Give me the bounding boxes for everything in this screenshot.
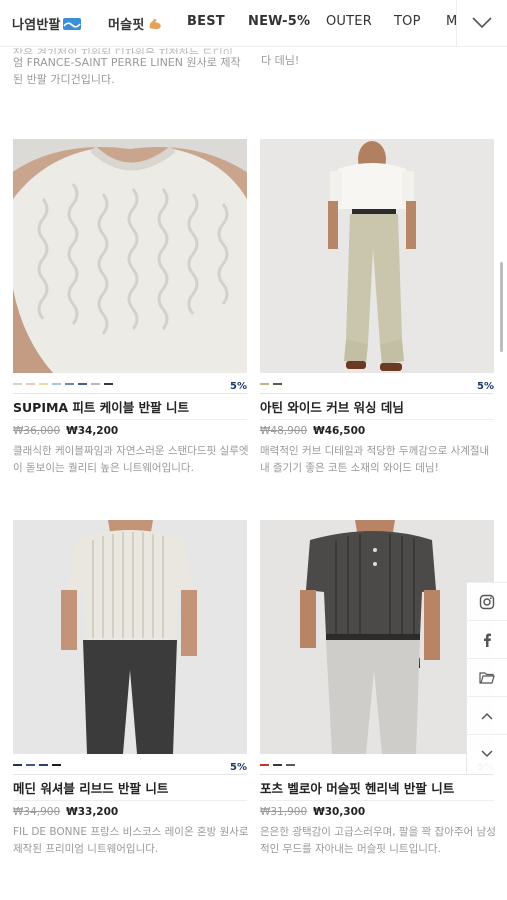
scroll-bottom-button[interactable] (466, 734, 507, 773)
product-description: FIL DE BONNE 프랑스 비스코스 레이온 혼방 원사로 제작된 프리미… (13, 826, 249, 855)
discount-badge: 5% (477, 381, 494, 392)
folder-icon (479, 672, 495, 684)
wave-emoji-icon (62, 18, 81, 30)
product-description: 매력적인 커브 디테일과 적당한 두께감으로 사계절내내 즐기기 좋은 코튼 소… (260, 445, 490, 474)
color-swatch (26, 764, 35, 766)
facebook-button[interactable] (466, 620, 507, 659)
divider (13, 419, 247, 420)
sale-price: ₩33,200 (66, 806, 119, 818)
nav-expand-button[interactable] (456, 0, 507, 46)
original-price: ₩31,900 (260, 806, 308, 818)
original-price: ₩36,000 (13, 425, 61, 437)
divider (13, 393, 247, 394)
product-image[interactable] (13, 139, 247, 373)
chevron-down-icon (481, 750, 493, 758)
color-swatch (260, 764, 269, 766)
product-name[interactable]: 포츠 벨로아 머슬핏 헨리넥 반팔 니트 (260, 778, 454, 797)
color-swatches (13, 764, 61, 767)
scroll-top-button[interactable] (466, 696, 507, 735)
color-swatch (273, 764, 282, 766)
original-price: ₩34,900 (13, 806, 61, 818)
instagram-button[interactable] (466, 582, 507, 621)
instagram-icon (479, 594, 495, 610)
divider (13, 800, 247, 801)
divider (260, 800, 494, 801)
product-description: 클래식한 케이블짜임과 자연스러운 스탠다드핏 실루엣이 돋보이는 퀄리티 높은… (13, 445, 249, 474)
nav-item-print-tee[interactable]: 나염반팔 (12, 14, 81, 33)
chevron-up-icon (481, 712, 493, 720)
product-image[interactable] (260, 520, 494, 754)
color-swatch (26, 383, 35, 385)
color-swatch (91, 383, 100, 385)
color-swatch (78, 383, 87, 385)
sale-price: ₩34,200 (66, 425, 119, 437)
color-swatches (13, 383, 113, 386)
color-swatch (13, 383, 22, 385)
color-swatch (260, 383, 269, 385)
color-swatch (104, 383, 113, 385)
color-swatch (39, 764, 48, 766)
nav-item-muscle-fit[interactable]: 머슬핏 (108, 14, 164, 33)
original-price: ₩48,900 (260, 425, 308, 437)
nav-item-top[interactable]: TOP (394, 14, 421, 29)
product-description: 은은한 광택감이 고급스러우며, 팔을 꽉 잡아주어 남성적인 무드를 자아내는… (260, 826, 496, 855)
scrollbar[interactable] (500, 262, 503, 352)
prev-desc-line: 된 반팔 가디건입니다. (13, 73, 115, 86)
color-swatch (286, 764, 295, 766)
prev-desc-line: 다 데님! (261, 54, 300, 67)
product-image[interactable] (13, 520, 247, 754)
prev-row-right-desc: 다 데님! (261, 52, 497, 69)
prev-row-left-desc: 잡은 경기정의 지원된 디자원을 지정하는 드디이 엄 FRANCE-SAINT… (13, 45, 249, 88)
sale-price: ₩30,300 (313, 806, 366, 818)
price-row: ₩31,900 ₩30,300 (260, 806, 365, 818)
price-row: ₩48,900 ₩46,500 (260, 425, 365, 437)
divider (260, 774, 494, 775)
flexed-biceps-icon (150, 18, 162, 30)
color-swatches (260, 383, 282, 386)
color-swatch (273, 383, 282, 385)
nav-item-best[interactable]: BEST (187, 14, 225, 29)
color-swatch (39, 383, 48, 385)
divider (260, 419, 494, 420)
product-name[interactable]: SUPIMA 피트 케이블 반팔 니트 (13, 397, 189, 416)
color-swatch (52, 383, 61, 385)
folder-button[interactable] (466, 658, 507, 697)
prev-desc-line: 엄 FRANCE-SAINT PERRE LINEN 원사로 제작 (13, 56, 241, 69)
color-swatches (260, 764, 295, 767)
sale-price: ₩46,500 (313, 425, 366, 437)
discount-badge: 5% (230, 762, 247, 773)
product-name[interactable]: 메딘 워셔블 리브드 반팔 니트 (13, 778, 168, 797)
color-swatch (65, 383, 74, 385)
nav-item-outer[interactable]: OUTER (326, 14, 372, 29)
top-navigation: 나염반팔 머슬핏 BEST NEW-5% OUTER TOP M (0, 0, 507, 47)
chevron-down-icon (472, 17, 492, 29)
facebook-icon (484, 633, 491, 647)
color-swatch (52, 764, 61, 766)
divider (260, 393, 494, 394)
product-name[interactable]: 아틴 와이드 커브 워싱 데님 (260, 397, 404, 416)
color-swatch (13, 764, 22, 766)
product-image[interactable] (260, 139, 494, 373)
divider (13, 774, 247, 775)
nav-item-new[interactable]: NEW-5% (248, 14, 310, 29)
discount-badge: 5% (230, 381, 247, 392)
price-row: ₩36,000 ₩34,200 (13, 425, 118, 437)
price-row: ₩34,900 ₩33,200 (13, 806, 118, 818)
